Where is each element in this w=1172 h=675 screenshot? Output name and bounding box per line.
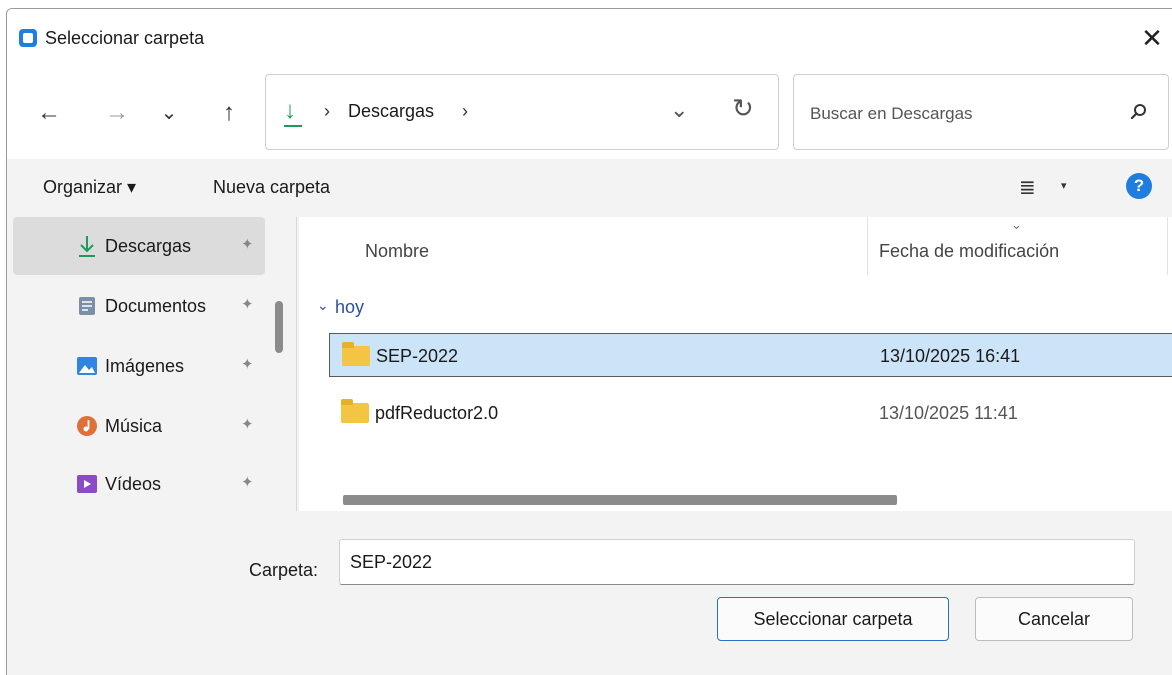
search-box[interactable]: Buscar en Descargas: [793, 74, 1169, 150]
sidebar-item-videos[interactable]: Vídeos ✦: [13, 455, 265, 513]
pictures-icon: [77, 357, 97, 375]
breadcrumb-separator[interactable]: ›: [462, 101, 468, 122]
music-icon: [77, 416, 97, 436]
view-options-caret-icon[interactable]: ▾: [1061, 179, 1067, 192]
sidebar-item-documentos[interactable]: Documentos ✦: [13, 277, 265, 335]
column-divider[interactable]: [867, 217, 868, 275]
navigation-row: ← → ⌄ ↑ ↓ › Descargas › ⌄ ↻ Buscar en De…: [7, 67, 1172, 159]
column-header-fecha[interactable]: Fecha de modificación: [879, 241, 1059, 262]
navigation-pane: Descargas ✦ Documentos ✦ Imágenes ✦ Músi…: [7, 217, 297, 511]
address-bar[interactable]: ↓ › Descargas › ⌄ ↻: [265, 74, 779, 150]
file-date: 13/10/2025 11:41: [879, 403, 1018, 423]
up-button[interactable]: ↑: [213, 97, 245, 129]
horizontal-scrollbar[interactable]: [343, 495, 897, 505]
table-row[interactable]: pdfReductor2.0 13/10/2025 11:41: [329, 391, 1172, 435]
app-icon: [19, 29, 37, 47]
group-collapse-icon[interactable]: ⌄: [317, 297, 329, 314]
refresh-button[interactable]: ↻: [732, 93, 754, 124]
sort-indicator-icon: ⌄: [1011, 217, 1022, 232]
folder-icon: [341, 399, 369, 423]
pin-icon: ✦: [241, 474, 254, 491]
breadcrumb-separator: ›: [324, 101, 330, 121]
command-bar: Organizar ▾ Nueva carpeta ≣ ▾ ?: [7, 159, 1172, 217]
videos-icon: [77, 475, 97, 493]
sidebar-item-label: Vídeos: [105, 474, 162, 494]
download-icon: ↓: [284, 97, 302, 127]
search-icon[interactable]: [1130, 103, 1148, 121]
pin-icon: ✦: [241, 356, 254, 373]
folder-icon: [342, 342, 370, 366]
file-date: 13/10/2025 16:41: [880, 346, 1021, 366]
view-options-icon[interactable]: ≣: [1019, 175, 1036, 200]
sidebar-item-label: Imágenes: [105, 356, 185, 376]
select-folder-dialog: Seleccionar carpeta ✕ ← → ⌄ ↑ ↓ › Descar…: [6, 8, 1172, 675]
file-name: SEP-2022: [376, 346, 459, 366]
new-folder-button[interactable]: Nueva carpeta: [213, 177, 330, 198]
select-folder-button[interactable]: Seleccionar carpeta: [717, 597, 949, 641]
recent-locations-button[interactable]: ⌄: [153, 97, 185, 129]
folder-label: Carpeta:: [249, 560, 319, 580]
sidebar-item-label: Descargas: [105, 236, 192, 256]
column-header-nombre[interactable]: Nombre: [365, 241, 429, 262]
sidebar-item-musica[interactable]: Música ✦: [13, 397, 265, 455]
forward-button[interactable]: →: [101, 97, 133, 129]
sidebar-item-label: Documentos: [105, 296, 207, 316]
file-name: pdfReductor2.0: [375, 403, 499, 423]
dialog-footer: Carpeta: Seleccionar carpeta Cancelar: [7, 511, 1172, 675]
group-header-hoy[interactable]: hoy: [335, 297, 364, 318]
breadcrumb-descargas[interactable]: Descargas: [348, 101, 434, 122]
pin-icon: ✦: [241, 416, 254, 433]
sidebar-item-imagenes[interactable]: Imágenes ✦: [13, 337, 265, 395]
file-list: ⌄ Nombre Fecha de modificación ⌄ hoy SEP…: [299, 217, 1172, 511]
title-bar: Seleccionar carpeta ✕: [7, 9, 1172, 67]
back-button[interactable]: ←: [33, 97, 65, 129]
navigation-pane-scrollbar[interactable]: [275, 301, 283, 353]
address-history-dropdown[interactable]: ⌄: [670, 97, 688, 123]
cancel-button[interactable]: Cancelar: [975, 597, 1133, 641]
pin-icon: ✦: [241, 236, 254, 253]
organize-menu[interactable]: Organizar ▾: [43, 177, 136, 198]
table-row[interactable]: SEP-2022 13/10/2025 16:41: [329, 333, 1172, 377]
help-icon[interactable]: ?: [1126, 173, 1152, 199]
column-divider[interactable]: [1167, 217, 1168, 275]
folder-name-input[interactable]: [339, 539, 1135, 585]
close-button[interactable]: ✕: [1132, 21, 1172, 57]
sidebar-item-label: Música: [105, 416, 163, 436]
window-title: Seleccionar carpeta: [45, 28, 205, 48]
download-icon: [79, 236, 95, 257]
document-icon: [79, 297, 95, 315]
search-input[interactable]: Buscar en Descargas: [810, 104, 973, 124]
pin-icon: ✦: [241, 296, 254, 313]
sidebar-item-descargas[interactable]: Descargas ✦: [13, 217, 265, 275]
